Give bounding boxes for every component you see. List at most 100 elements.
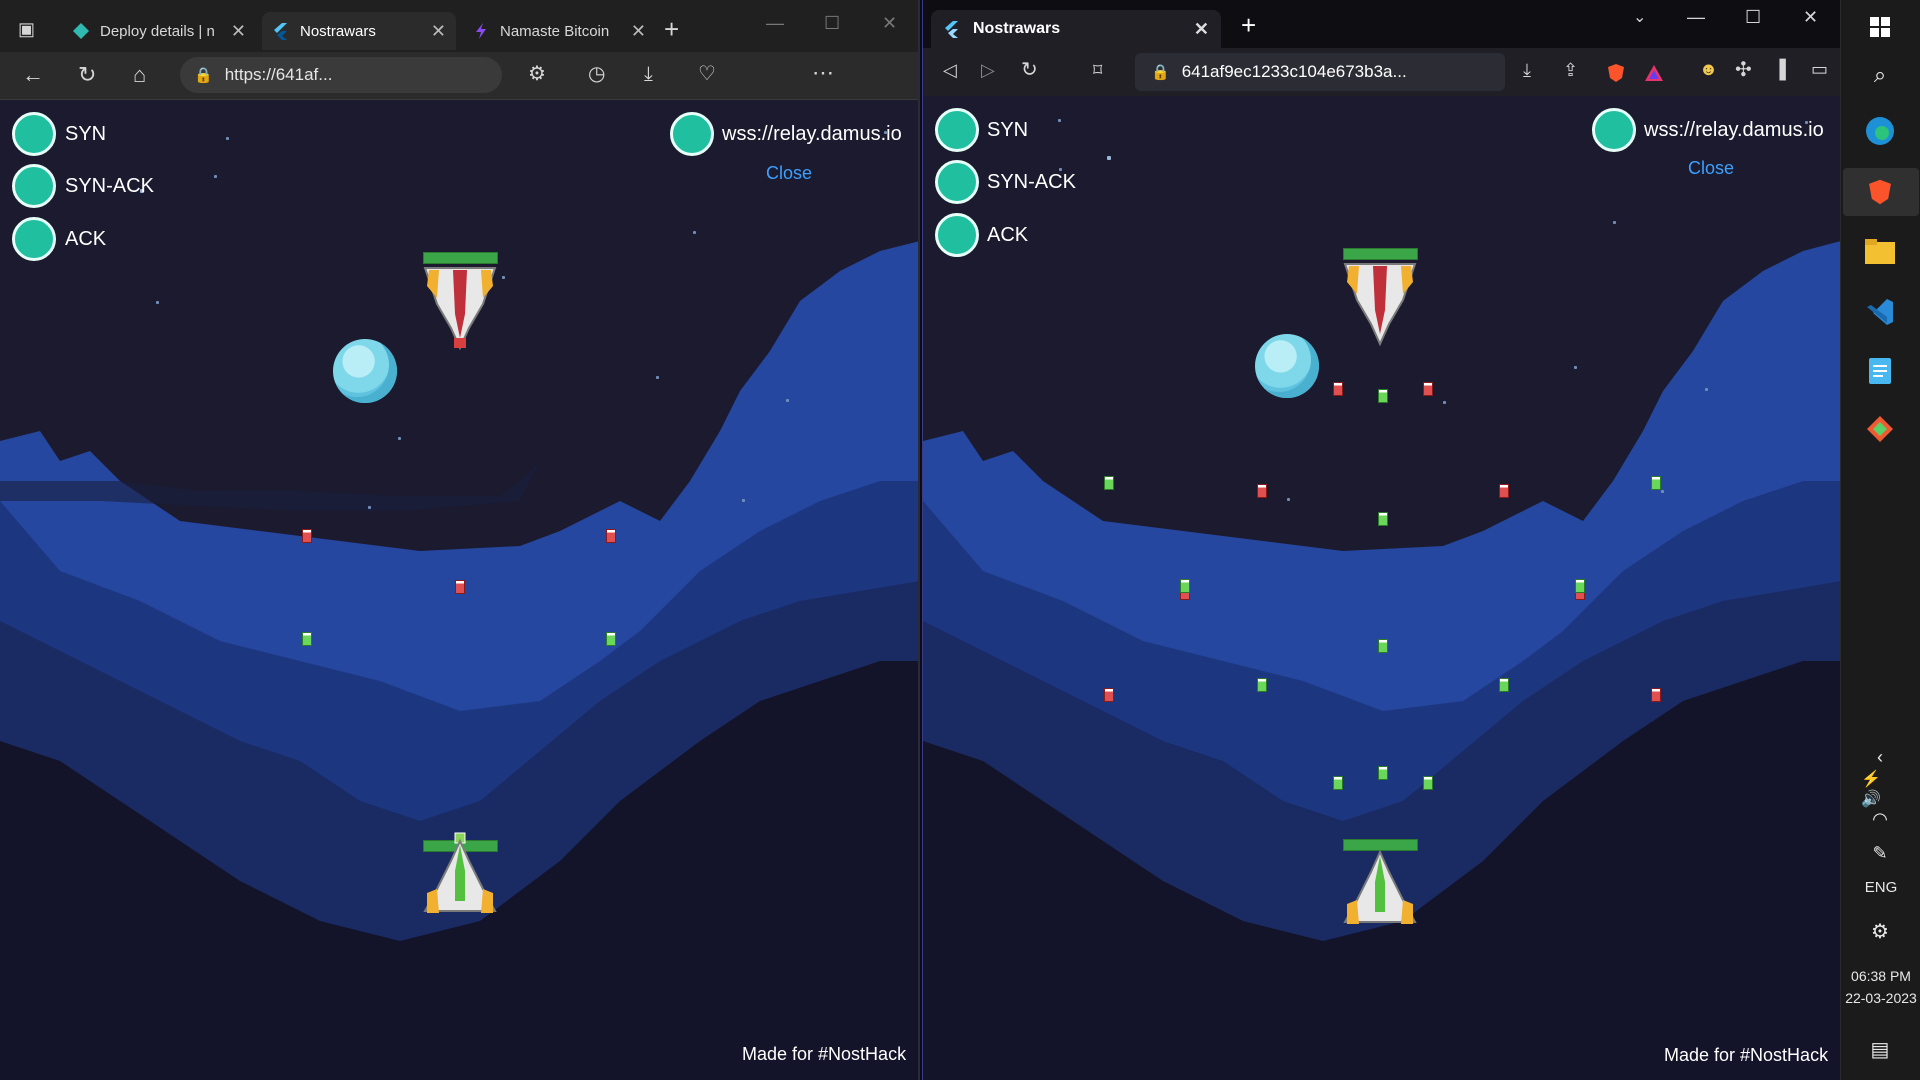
wallet-icon[interactable]: ▭: [1811, 60, 1828, 78]
bookmark-icon[interactable]: ⌑: [1093, 61, 1102, 79]
new-tab-icon[interactable]: +: [1241, 12, 1256, 38]
tab-label: Deploy details | n: [100, 22, 215, 40]
player-bullet: [1378, 639, 1388, 653]
clock-time[interactable]: 06:38 PM: [1841, 968, 1920, 984]
tab-deploy-details[interactable]: Deploy details | n ✕: [62, 12, 256, 50]
home-icon[interactable]: ⌂: [133, 64, 146, 86]
player-bullet: [1423, 776, 1433, 790]
start-menu-icon[interactable]: [1861, 8, 1899, 46]
settings-gear-icon[interactable]: ⚙: [1861, 912, 1899, 950]
sidebar-icon[interactable]: ▐: [1773, 60, 1786, 78]
enemy-bullet: [302, 529, 312, 543]
pen-icon[interactable]: ✎: [1861, 834, 1899, 872]
game-canvas[interactable]: SYN SYN-ACK ACK wss://relay.damus.io Clo…: [0, 101, 918, 1080]
close-tab-icon[interactable]: ✕: [1194, 19, 1209, 40]
back-arrow-icon[interactable]: ←: [22, 64, 44, 86]
address-bar[interactable]: 🔒 https://641af...: [180, 57, 502, 93]
address-text: 641af9ec1233c104e673b3a...: [1181, 62, 1407, 81]
close-window-icon[interactable]: ✕: [1803, 8, 1818, 26]
footer-credit: Made for #NostHack: [742, 1044, 907, 1064]
file-explorer-icon[interactable]: [1861, 233, 1899, 271]
notifications-icon[interactable]: ▤: [1861, 1030, 1899, 1068]
more-menu-icon[interactable]: ⋯: [812, 62, 834, 84]
close-connection-link[interactable]: Close: [766, 163, 812, 184]
star: [1058, 119, 1061, 122]
extension-icon[interactable]: ☻: [1699, 60, 1718, 78]
player-bullet: [606, 632, 616, 646]
back-icon[interactable]: ◁: [943, 61, 957, 79]
tab-nostrawars[interactable]: Nostrawars ✕: [262, 12, 456, 50]
player-bullet: [1499, 678, 1509, 692]
player-bullet: [1333, 776, 1343, 790]
enemy-health-bar: [1343, 248, 1418, 260]
address-bar[interactable]: 🔒 641af9ec1233c104e673b3a...: [1135, 53, 1505, 91]
extensions-icon[interactable]: ⚙: [528, 64, 546, 84]
install-icon[interactable]: ⤓: [1523, 61, 1531, 79]
ack-status-dot: [12, 217, 56, 261]
star: [786, 399, 789, 402]
enemy-bullet: [1333, 382, 1343, 396]
notepad-icon[interactable]: [1861, 352, 1899, 390]
syn-ack-status-dot: [935, 160, 979, 204]
close-tab-icon[interactable]: ✕: [431, 21, 446, 42]
minimize-icon[interactable]: —: [1687, 8, 1705, 26]
brave-browser-window: Nostrawars ✕ + ⌄ — ☐ ✕ ◁ ▷ ↻ ⌑ ⤓ ⇪ ☻ ✣ ▐…: [922, 0, 1840, 1080]
star: [214, 175, 217, 178]
tab-search-icon[interactable]: ⌄: [1633, 10, 1646, 26]
forward-icon[interactable]: ▷: [981, 61, 995, 79]
downloads-icon[interactable]: ⤓: [644, 64, 653, 84]
relay-url: wss://relay.damus.io: [722, 123, 902, 145]
refresh-icon[interactable]: ↻: [78, 64, 96, 86]
star: [156, 301, 159, 304]
new-tab-icon[interactable]: +: [664, 16, 679, 42]
brave-app-icon[interactable]: [1861, 173, 1899, 211]
brave-shields-icon[interactable]: [1605, 62, 1627, 84]
syn-label: SYN: [65, 123, 107, 145]
tab-nostrawars[interactable]: Nostrawars ✕: [931, 10, 1221, 48]
address-text: https://641af...: [224, 65, 333, 84]
star: [742, 499, 745, 502]
player-bullet: [1378, 766, 1388, 780]
brave-rewards-icon[interactable]: [1643, 62, 1665, 84]
netlify-icon: [73, 23, 89, 39]
game-canvas[interactable]: SYN SYN-ACK ACK wss://relay.damus.io Clo…: [923, 96, 1840, 1080]
flutter-icon: [274, 23, 287, 40]
player-bullet: [302, 632, 312, 646]
syn-ack-label: SYN-ACK: [65, 175, 154, 197]
syn-status-dot: [12, 112, 56, 156]
star: [502, 276, 505, 279]
syn-ack-label: SYN-ACK: [987, 171, 1076, 193]
tab-actions-icon[interactable]: ▣: [18, 20, 35, 38]
wifi-icon[interactable]: ◠: [1861, 800, 1899, 838]
brave-tab-bar: Nostrawars ✕ + ⌄ — ☐ ✕: [923, 0, 1840, 48]
close-tab-icon[interactable]: ✕: [631, 21, 646, 42]
edge-app-icon[interactable]: [1861, 112, 1899, 150]
relay-url: wss://relay.damus.io: [1644, 119, 1824, 141]
player-bullet: [1378, 389, 1388, 403]
enemy-bullet: [455, 580, 465, 594]
close-connection-link[interactable]: Close: [1688, 158, 1734, 179]
close-window-icon[interactable]: ✕: [882, 14, 897, 32]
browser-essentials-icon[interactable]: ♡: [698, 64, 716, 84]
git-client-icon[interactable]: [1861, 410, 1899, 448]
vscode-icon[interactable]: [1861, 293, 1899, 331]
enemy-bullet: [1499, 484, 1509, 498]
share-icon[interactable]: ⇪: [1563, 61, 1578, 79]
ack-status-dot: [935, 213, 979, 257]
enemy-bullet: [1651, 688, 1661, 702]
refresh-icon[interactable]: ↻: [1021, 60, 1038, 80]
close-tab-icon[interactable]: ✕: [231, 21, 246, 42]
enemy-bullet: [1257, 484, 1267, 498]
language-indicator[interactable]: ENG: [1841, 879, 1920, 896]
clock-date[interactable]: 22-03-2023: [1841, 990, 1920, 1006]
history-icon[interactable]: ◷: [588, 64, 605, 84]
syn-label: SYN: [987, 119, 1029, 141]
maximize-icon[interactable]: ☐: [824, 14, 840, 32]
extensions-puzzle-icon[interactable]: ✣: [1735, 60, 1752, 80]
ack-label: ACK: [987, 224, 1029, 246]
minimize-icon[interactable]: —: [766, 14, 784, 32]
star: [368, 506, 371, 509]
search-icon[interactable]: ⌕: [1861, 56, 1899, 94]
maximize-icon[interactable]: ☐: [1745, 8, 1761, 26]
tab-namaste-bitcoin[interactable]: Namaste Bitcoin ✕: [462, 12, 656, 50]
